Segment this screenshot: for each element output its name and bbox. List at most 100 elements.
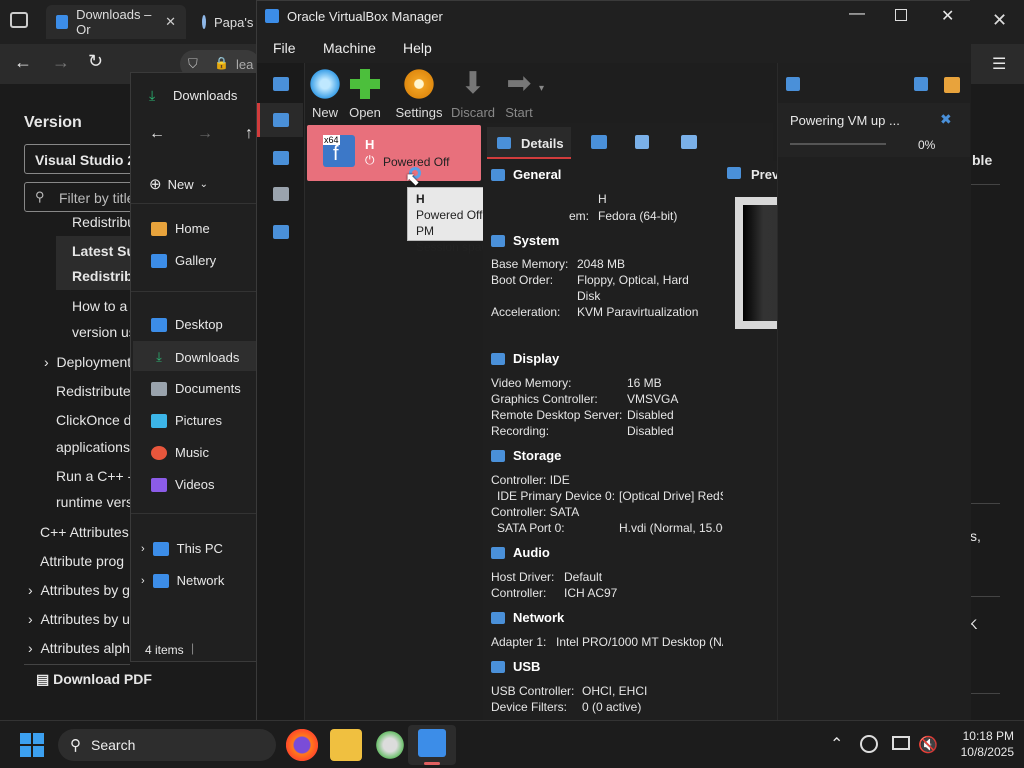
pictures-icon — [151, 413, 167, 428]
reload-icon[interactable]: ↻ — [88, 51, 103, 72]
toc-item-selected[interactable]: Latest Su — [72, 243, 135, 259]
toc-item[interactable]: C++ Attributes — [40, 524, 129, 540]
forward-arrow-icon[interactable]: → — [52, 52, 70, 73]
nav-network[interactable]: › Network — [141, 573, 224, 588]
section-title: System — [513, 233, 560, 248]
chevron-up-icon[interactable]: ⌃ — [830, 734, 843, 754]
toc-item[interactable]: › Attributes by u — [28, 611, 130, 627]
close-icon[interactable]: ✖ — [940, 111, 952, 128]
settings-button[interactable]: Settings — [391, 67, 447, 120]
toc-item[interactable]: › Attributes by g — [28, 582, 130, 598]
sync-icon[interactable] — [860, 735, 878, 753]
toc-item[interactable]: Attribute prog — [40, 553, 124, 569]
nav-music[interactable]: Music — [151, 445, 209, 460]
section-title: General — [513, 167, 562, 182]
down-arrow-icon: ⬇ — [460, 67, 486, 100]
display-icon — [491, 352, 505, 365]
toc-item[interactable]: version us — [72, 324, 136, 340]
toc-item[interactable]: › Deployment — [44, 354, 131, 370]
chevron-right-icon: › — [28, 582, 41, 598]
active-indicator — [424, 762, 440, 765]
kv-key: Acceleration: — [491, 305, 561, 319]
tab-downloads[interactable]: Downloads – Or ✕ — [46, 5, 186, 39]
menu-icon[interactable]: ☰ — [992, 54, 1006, 74]
clear-all-icon[interactable] — [944, 77, 960, 93]
plus-icon — [348, 67, 382, 101]
maximize-icon[interactable] — [895, 9, 907, 21]
firefox-icon[interactable] — [286, 729, 318, 761]
notification-icon[interactable] — [786, 77, 800, 91]
file-explorer-icon[interactable] — [330, 729, 362, 761]
nav-documents[interactable]: Documents — [151, 381, 241, 396]
close-icon[interactable]: ✕ — [992, 10, 1007, 31]
nav-videos[interactable]: Videos — [151, 477, 215, 492]
system-icon — [491, 234, 505, 247]
extensions-icon[interactable] — [273, 151, 289, 165]
toc-item-label: Attributes alph — [40, 640, 130, 656]
tab-actions-icon[interactable] — [10, 12, 28, 28]
pc-icon — [152, 541, 169, 556]
power-off-icon: ⏻ — [365, 153, 375, 167]
activity-icon[interactable] — [681, 135, 697, 149]
back-arrow-icon[interactable]: ← — [14, 52, 32, 73]
nav-label: Pictures — [175, 413, 222, 428]
kv-key: Graphics Controller: — [491, 392, 598, 406]
nav-label: Desktop — [175, 317, 223, 332]
clock-time: 10:18 PM — [962, 729, 1014, 743]
nav-pictures[interactable]: Pictures — [151, 413, 222, 428]
tab-papas[interactable]: Papa's — [192, 5, 262, 39]
open-vm-button[interactable]: Open — [337, 67, 393, 120]
media-icon[interactable] — [273, 187, 289, 201]
start-button[interactable] — [20, 733, 44, 757]
virtualbox-taskbar-button[interactable] — [408, 725, 456, 765]
toc-item[interactable]: ClickOnce d — [56, 412, 131, 428]
up-arrow-icon[interactable]: ↑ — [245, 125, 253, 143]
menu-file[interactable]: File — [273, 40, 296, 56]
app-icon[interactable] — [374, 729, 406, 761]
download-pdf-link[interactable]: ▤ Download PDF — [36, 671, 152, 688]
back-arrow-icon[interactable]: ← — [149, 125, 165, 143]
taskbar-search[interactable]: ⚲ Search — [58, 729, 276, 761]
chevron-right-icon: › — [141, 574, 145, 587]
toc-item[interactable]: Redistribut — [72, 214, 139, 230]
kv-value: 2048 MB — [577, 257, 626, 271]
display-icon[interactable] — [892, 736, 910, 750]
nav-gallery[interactable]: Gallery — [151, 253, 216, 268]
nav-this-pc[interactable]: › This PC — [141, 541, 223, 556]
file-explorer-window: ⤓ Downloads ← → ↑ ⊕ New ⌄ Home Gallery D… — [130, 72, 260, 662]
menu-help[interactable]: Help — [403, 40, 432, 56]
vm-list-item[interactable]: x64 f H ⏻ Powered Off — [307, 125, 481, 181]
snapshots-icon[interactable] — [591, 135, 607, 149]
section-usb: USB — [491, 659, 540, 674]
sort-icon[interactable] — [914, 77, 928, 91]
logs-icon[interactable] — [635, 135, 649, 149]
toc-item[interactable]: › Attributes alph — [28, 640, 130, 656]
tab-label: Papa's — [214, 14, 254, 30]
minimize-icon[interactable]: — — [849, 5, 865, 23]
os-fedora-icon: x64 f — [323, 135, 355, 167]
network-icon[interactable] — [273, 225, 289, 239]
nav-home[interactable]: Home — [151, 221, 210, 236]
nav-downloads[interactable]: ⤓ Downloads — [151, 349, 239, 365]
version-select[interactable]: Visual Studio 2 — [24, 144, 134, 174]
toc-item[interactable]: runtime vers — [56, 494, 133, 510]
toc-item[interactable]: applications — [56, 439, 130, 455]
volume-muted-icon[interactable]: 🔇 — [918, 735, 938, 755]
audio-icon — [491, 546, 505, 559]
menu-machine[interactable]: Machine — [323, 40, 376, 56]
divider — [131, 291, 259, 292]
toc-item[interactable]: Redistribute — [56, 383, 131, 399]
welcome-icon[interactable] — [273, 77, 289, 91]
toc-item[interactable]: Run a C++ - — [56, 468, 132, 484]
clock[interactable]: 10:18 PM 10/8/2025 — [940, 728, 1014, 760]
section-network: Network — [491, 610, 564, 625]
nav-desktop[interactable]: Desktop — [151, 317, 223, 332]
start-dropdown-icon[interactable]: ▾ — [539, 83, 544, 94]
close-icon[interactable]: ✕ — [165, 14, 176, 30]
toc-item[interactable]: How to a — [72, 298, 127, 314]
tab-details[interactable]: Details — [487, 127, 571, 159]
close-icon[interactable]: ✕ — [941, 6, 954, 26]
new-button[interactable]: ⊕ New ⌄ — [149, 175, 208, 193]
forward-arrow-icon[interactable]: → — [197, 125, 213, 143]
filter-input[interactable]: ⚲ Filter by title — [24, 182, 134, 212]
